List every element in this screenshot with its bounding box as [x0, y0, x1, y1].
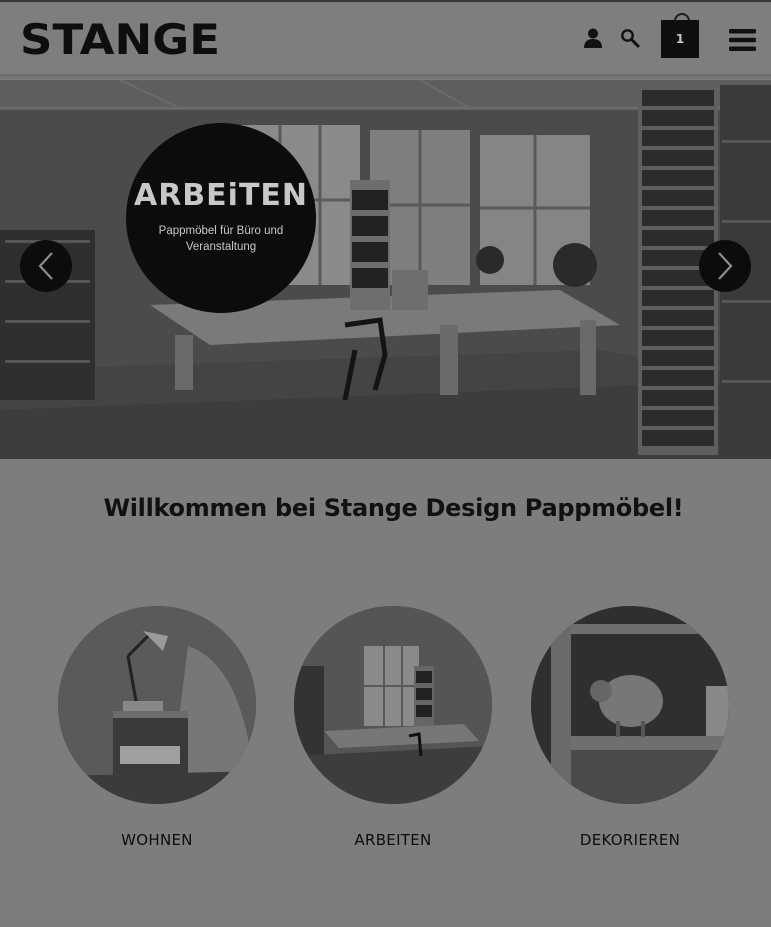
welcome-heading: Willkommen bei Stange Design Pappmöbel! [103, 494, 684, 522]
category-dekorieren-label[interactable]: DEKORIEREN [531, 831, 729, 849]
category-wohnen[interactable]: WOHNEN [58, 606, 256, 849]
logo-text: STANGE [20, 20, 220, 58]
hero-badge-subtitle: Pappmöbel für Büro und Veranstaltung [158, 224, 284, 253]
site-header: STANGE 1 [0, 2, 771, 74]
slider-next-button[interactable] [699, 240, 751, 292]
chevron-right-icon [718, 252, 733, 280]
hero-badge-title: ARBEiTEN [133, 177, 309, 213]
category-wohnen-image[interactable] [58, 606, 256, 804]
hero-badge[interactable]: ARBEiTEN Pappmöbel für Büro und Veransta… [126, 123, 316, 313]
cart-count: 1 [675, 32, 685, 46]
category-wohnen-label[interactable]: WOHNEN [58, 831, 256, 849]
category-arbeiten-image[interactable] [294, 606, 492, 804]
category-arbeiten[interactable]: ARBEITEN [294, 606, 492, 849]
search-icon[interactable] [620, 28, 640, 48]
hamburger-menu-icon[interactable] [729, 28, 756, 52]
logo[interactable]: STANGE [20, 20, 220, 58]
category-arbeiten-label[interactable]: ARBEITEN [294, 831, 492, 849]
cart-button[interactable]: 1 [661, 20, 699, 58]
user-account-icon[interactable] [582, 27, 604, 49]
hero-image [0, 80, 771, 459]
category-dekorieren[interactable]: DEKORIEREN [531, 606, 729, 849]
chevron-left-icon [38, 252, 53, 280]
category-dekorieren-image[interactable] [531, 606, 729, 804]
slider-prev-button[interactable] [20, 240, 72, 292]
hero-slider: ARBEiTEN Pappmöbel für Büro und Veransta… [0, 80, 771, 459]
